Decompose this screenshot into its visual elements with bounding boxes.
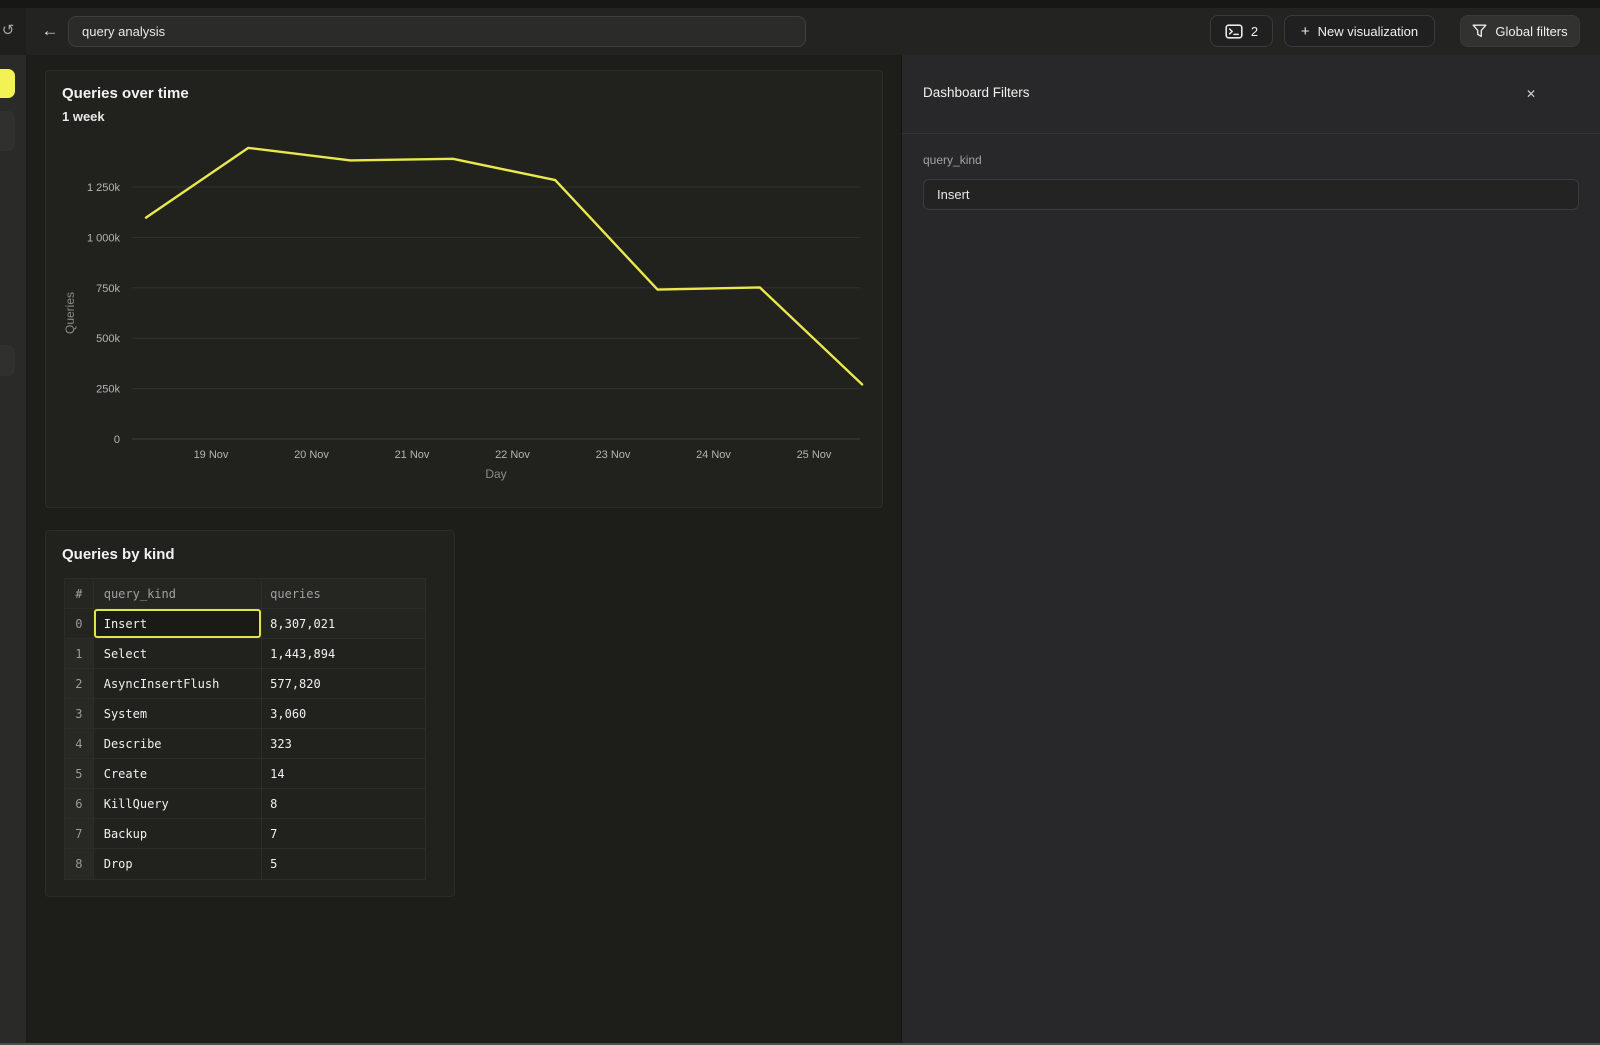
funnel-icon: [1472, 24, 1487, 38]
dashboard-title-input[interactable]: query analysis: [68, 16, 806, 47]
y-axis-tick-label: 250k: [96, 384, 120, 396]
y-axis-tick-label: 750k: [96, 283, 120, 295]
query-kind-cell[interactable]: Backup: [94, 819, 261, 849]
new-visualization-label: New visualization: [1318, 24, 1418, 39]
query-kind-cell[interactable]: Insert: [94, 609, 261, 639]
x-axis-tick-label: 25 Nov: [797, 449, 832, 461]
close-icon[interactable]: ✕: [1520, 83, 1542, 105]
query-kind-cell[interactable]: Drop: [94, 849, 261, 879]
table-row: 3System3,060: [65, 699, 425, 729]
row-index: 4: [65, 729, 94, 759]
console-icon: [1225, 24, 1243, 39]
filters-panel-title: Dashboard Filters: [923, 85, 1030, 100]
x-axis-tick-label: 24 Nov: [696, 449, 731, 461]
color-swatch-yellow[interactable]: [0, 69, 15, 98]
query-kind-cell[interactable]: Select: [94, 639, 261, 669]
table-row: 0Insert8,307,021: [65, 609, 425, 639]
color-swatch-gray-2[interactable]: [0, 345, 15, 376]
sql-console-count-button[interactable]: 2: [1210, 15, 1273, 47]
y-axis-title: Queries: [63, 292, 77, 334]
queries-cell[interactable]: 8,307,021: [261, 609, 425, 639]
x-axis-tick-label: 19 Nov: [194, 449, 229, 461]
filters-panel-divider: [902, 133, 1600, 134]
row-index: 2: [65, 669, 94, 699]
table-row: 8Drop5: [65, 849, 425, 879]
chart-title: Queries over time: [62, 85, 189, 102]
x-axis-tick-label: 22 Nov: [495, 449, 530, 461]
row-index: 7: [65, 819, 94, 849]
queries-cell[interactable]: 14: [261, 759, 425, 789]
new-visualization-button[interactable]: + New visualization: [1284, 15, 1435, 47]
x-axis-tick-label: 23 Nov: [596, 449, 631, 461]
queries-series-line: [146, 148, 862, 385]
query-kind-filter-input[interactable]: Insert: [923, 179, 1579, 210]
table-row: 2AsyncInsertFlush577,820: [65, 669, 425, 699]
window-top-strip: [0, 0, 1600, 8]
queries-cell[interactable]: 1,443,894: [261, 639, 425, 669]
plus-icon: +: [1301, 24, 1310, 39]
x-axis-tick-label: 21 Nov: [395, 449, 430, 461]
queries-over-time-chart[interactable]: 0 250k 500k 750k 1 000k 1 250k 19 Nov 20 Nov 21 …: [60, 131, 870, 486]
row-index: 3: [65, 699, 94, 729]
queries-cell[interactable]: 3,060: [261, 699, 425, 729]
query-kind-cell[interactable]: Create: [94, 759, 261, 789]
history-icon[interactable]: ↺: [0, 21, 18, 41]
queries-cell[interactable]: 323: [261, 729, 425, 759]
table-title: Queries by kind: [62, 546, 175, 563]
global-filters-label: Global filters: [1495, 24, 1567, 39]
color-swatch-gray-1[interactable]: [0, 111, 15, 151]
y-axis-tick-label: 1 250k: [87, 182, 121, 194]
query-kind-cell[interactable]: Describe: [94, 729, 261, 759]
y-axis-tick-label: 500k: [96, 333, 120, 345]
queries-cell[interactable]: 577,820: [261, 669, 425, 699]
console-count: 2: [1251, 24, 1258, 39]
table-row: 6KillQuery8: [65, 789, 425, 819]
y-axis-tick-label: 1 000k: [87, 232, 121, 244]
query-kind-cell[interactable]: AsyncInsertFlush: [94, 669, 261, 699]
row-index: 1: [65, 639, 94, 669]
queries-by-kind-card: Queries by kind #query_kindqueries 0Inse…: [45, 530, 455, 897]
column-header-index: #: [65, 579, 94, 609]
query-kind-cell[interactable]: System: [94, 699, 261, 729]
table-row: 5Create14: [65, 759, 425, 789]
x-axis-title: Day: [485, 467, 506, 481]
column-header-queries[interactable]: queries: [261, 579, 425, 609]
queries-cell[interactable]: 8: [261, 789, 425, 819]
queries-cell[interactable]: 5: [261, 849, 425, 879]
back-button[interactable]: ←: [38, 19, 62, 43]
x-axis-tick-label: 20 Nov: [294, 449, 329, 461]
row-index: 0: [65, 609, 94, 639]
table-row: 1Select1,443,894: [65, 639, 425, 669]
y-axis-tick-label: 0: [114, 434, 120, 446]
queries-over-time-card: Queries over time 1 week 0 250k 500k 750k 1 …: [45, 70, 883, 508]
chart-subtitle: 1 week: [62, 109, 105, 124]
left-rail: [0, 55, 26, 1045]
queries-cell[interactable]: 7: [261, 819, 425, 849]
query-kind-cell[interactable]: KillQuery: [94, 789, 261, 819]
queries-by-kind-table: #query_kindqueries 0Insert8,307,0211Sele…: [64, 578, 426, 880]
row-index: 6: [65, 789, 94, 819]
column-header-query_kind[interactable]: query_kind: [94, 579, 261, 609]
table-row: 7Backup7: [65, 819, 425, 849]
global-filters-button[interactable]: Global filters: [1460, 15, 1580, 47]
row-index: 8: [65, 849, 94, 879]
table-row: 4Describe323: [65, 729, 425, 759]
dashboard-filters-panel: Dashboard Filters ✕ query_kind Insert: [901, 55, 1600, 1045]
filter-field-label: query_kind: [923, 153, 982, 167]
row-index: 5: [65, 759, 94, 789]
